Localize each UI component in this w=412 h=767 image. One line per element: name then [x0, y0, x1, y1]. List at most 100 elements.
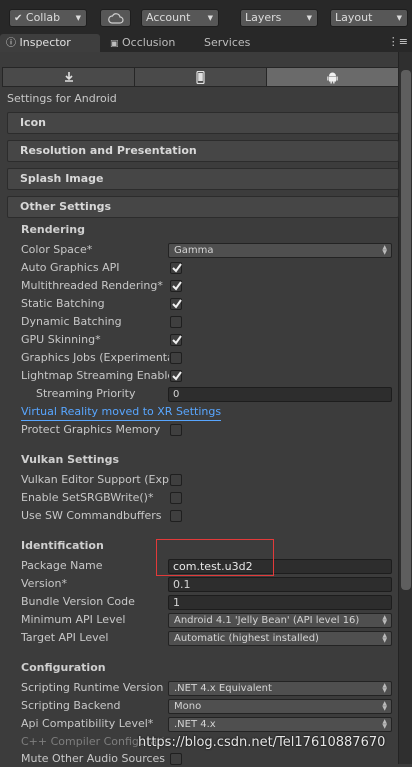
scripting-runtime-value: .NET 4.x Equivalent: [174, 683, 272, 694]
section-other-settings[interactable]: Other Settings: [7, 196, 399, 218]
updown-arrow-icon: ▲ ▼: [382, 244, 387, 256]
target-api-level-dropdown[interactable]: Automatic (highest installed) ▲ ▼: [168, 631, 392, 646]
bundle-version-code-field[interactable]: 1: [168, 595, 392, 610]
static-batching-label: Static Batching: [21, 297, 105, 310]
protect-graphics-memory-label: Protect Graphics Memory: [21, 423, 161, 436]
android-icon: [327, 72, 338, 83]
tab-inspector[interactable]: ⓘ Inspector: [0, 34, 100, 52]
scripting-backend-value: Mono: [174, 701, 202, 712]
section-resolution[interactable]: Resolution and Presentation: [7, 140, 399, 162]
scripting-runtime-dropdown[interactable]: .NET 4.x Equivalent ▲ ▼: [168, 681, 392, 696]
platform-tab-android[interactable]: [267, 68, 398, 86]
api-compatibility-label: Api Compatibility Level*: [21, 717, 154, 730]
mute-audio-checkbox[interactable]: [170, 753, 182, 765]
dropdown-arrow-icon: ▼: [207, 14, 213, 22]
dropdown-arrow-icon: ▼: [396, 14, 402, 22]
vulkan-header: Vulkan Settings: [21, 453, 120, 466]
tab-services-label: Services: [204, 36, 251, 49]
layers-dropdown[interactable]: Layers ▼: [240, 9, 318, 27]
gpu-skinning-checkbox[interactable]: [170, 334, 182, 346]
layers-label: Layers: [245, 11, 282, 24]
settings-for-heading: Settings for Android: [7, 92, 117, 105]
multithreaded-checkbox[interactable]: [170, 280, 182, 292]
checkmark-icon: [172, 335, 182, 345]
minimum-api-level-value: Android 4.1 'Jelly Bean' (API level 16): [174, 615, 360, 626]
api-compatibility-dropdown[interactable]: .NET 4.x ▲ ▼: [168, 717, 392, 732]
tab-services[interactable]: Services: [198, 34, 278, 52]
graphics-jobs-checkbox[interactable]: [170, 352, 182, 364]
sw-commandbuffers-label: Use SW Commandbuffers: [21, 509, 162, 522]
collab-label: Collab: [25, 11, 61, 24]
gpu-skinning-label: GPU Skinning*: [21, 333, 101, 346]
package-name-label: Package Name: [21, 559, 103, 572]
scripting-backend-label: Scripting Backend: [21, 699, 121, 712]
panel-menu-icon[interactable]: ⋮≡: [388, 35, 408, 48]
highlight-box: [156, 539, 274, 576]
configuration-header: Configuration: [21, 661, 106, 674]
mute-audio-label: Mute Other Audio Sources: [21, 752, 166, 765]
tab-inspector-label: Inspector: [19, 36, 71, 49]
protect-graphics-memory-checkbox[interactable]: [170, 424, 182, 436]
vulkan-editor-support-checkbox[interactable]: [170, 474, 182, 486]
inspector-scrollbar[interactable]: [398, 52, 412, 764]
section-splash-image[interactable]: Splash Image: [7, 168, 399, 190]
color-space-value: Gamma: [174, 245, 214, 256]
vr-settings-link[interactable]: Virtual Reality moved to XR Settings: [21, 404, 222, 421]
minimum-api-level-dropdown[interactable]: Android 4.1 'Jelly Bean' (API level 16) …: [168, 613, 392, 628]
platform-tab-standalone[interactable]: [3, 68, 135, 86]
layout-dropdown[interactable]: Layout ▼: [330, 9, 408, 27]
platform-tabs: [2, 67, 399, 87]
occlusion-icon: ▣: [110, 39, 119, 49]
info-icon: ⓘ: [6, 38, 16, 49]
graphics-jobs-label: Graphics Jobs (Experimental): [21, 351, 169, 364]
multithreaded-label: Multithreaded Rendering*: [21, 279, 163, 292]
color-space-label: Color Space*: [21, 243, 93, 256]
minimum-api-level-label: Minimum API Level: [21, 613, 126, 626]
lightmap-streaming-checkbox[interactable]: [170, 370, 182, 382]
updown-arrow-icon: ▲ ▼: [382, 718, 387, 730]
auto-graphics-api-checkbox[interactable]: [170, 262, 182, 274]
download-icon: [64, 72, 73, 82]
updown-arrow-icon: ▲ ▼: [382, 700, 387, 712]
cloud-icon: [108, 13, 124, 24]
account-dropdown[interactable]: Account ▼: [141, 9, 219, 27]
rendering-header: Rendering: [21, 223, 85, 236]
section-icon[interactable]: Icon: [7, 112, 399, 134]
panel-tabs: ⓘ Inspector ▣ Occlusion Services ⋮≡: [0, 34, 412, 52]
target-api-level-label: Target API Level: [21, 631, 109, 644]
streaming-priority-field[interactable]: 0: [168, 387, 392, 402]
srgb-write-label: Enable SetSRGBWrite()*: [21, 491, 154, 504]
checkmark-icon: [172, 299, 182, 309]
dynamic-batching-label: Dynamic Batching: [21, 315, 122, 328]
top-toolbar: ✔ Collab ▼ Account ▼ Layers ▼ Layout ▼: [0, 0, 412, 34]
scrollbar-thumb[interactable]: [401, 70, 411, 590]
version-field[interactable]: 0.1: [168, 577, 392, 592]
identification-header: Identification: [21, 539, 104, 552]
bundle-version-code-label: Bundle Version Code: [21, 595, 135, 608]
dropdown-arrow-icon: ▼: [75, 14, 81, 22]
platform-tab-ios[interactable]: [135, 68, 267, 86]
cloud-button[interactable]: [100, 9, 131, 27]
srgb-write-checkbox[interactable]: [170, 492, 182, 504]
scripting-backend-dropdown[interactable]: Mono ▲ ▼: [168, 699, 392, 714]
updown-arrow-icon: ▲ ▼: [382, 614, 387, 626]
tab-occlusion[interactable]: ▣ Occlusion: [104, 34, 194, 52]
checkmark-icon: [172, 263, 182, 273]
api-compatibility-value: .NET 4.x: [174, 719, 216, 730]
color-space-dropdown[interactable]: Gamma ▲ ▼: [168, 243, 392, 258]
vulkan-editor-support-label: Vulkan Editor Support (Experimental): [21, 473, 169, 486]
tab-occlusion-label: Occlusion: [122, 36, 176, 49]
layout-label: Layout: [335, 11, 373, 24]
lightmap-streaming-label: Lightmap Streaming Enabled: [21, 369, 169, 382]
collab-button[interactable]: ✔ Collab ▼: [9, 9, 87, 27]
updown-arrow-icon: ▲ ▼: [382, 632, 387, 644]
streaming-priority-label: Streaming Priority: [36, 387, 136, 400]
version-label: Version*: [21, 577, 67, 590]
checkmark-icon: ✔: [14, 13, 23, 24]
account-label: Account: [146, 11, 191, 24]
dynamic-batching-checkbox[interactable]: [170, 316, 182, 328]
phone-icon: [196, 70, 205, 84]
checkmark-icon: [172, 281, 182, 291]
sw-commandbuffers-checkbox[interactable]: [170, 510, 182, 522]
static-batching-checkbox[interactable]: [170, 298, 182, 310]
